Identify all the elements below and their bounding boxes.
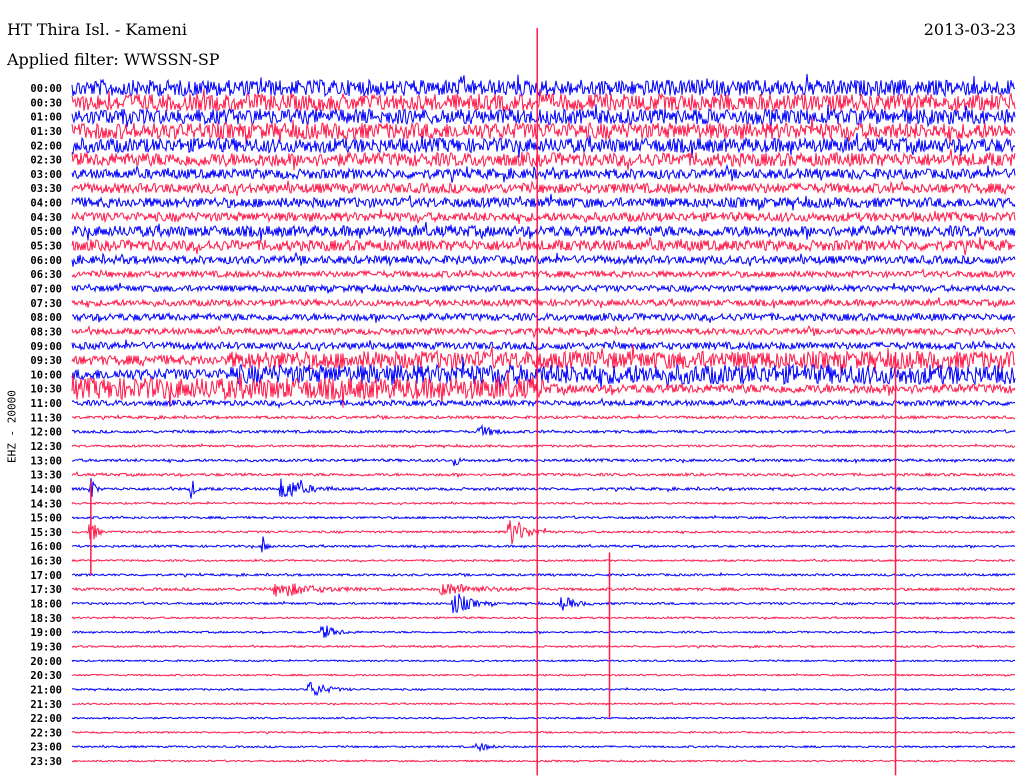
seismic-trace-row: [71, 88, 1016, 114]
row-time-label: 14:30: [30, 498, 62, 510]
seismic-trace-row: [71, 456, 1016, 467]
row-time-label: 16:00: [30, 541, 62, 553]
seismic-trace-row: [71, 471, 1016, 479]
seismic-trace-row: [71, 742, 1016, 753]
row-time-label: 00:30: [30, 97, 62, 109]
row-time-label: 04:30: [30, 212, 62, 224]
row-time-label: 02:30: [30, 155, 62, 167]
row-time-label: 22:00: [30, 713, 62, 725]
seismic-trace-row: [71, 477, 1016, 499]
row-time-label: 03:30: [30, 183, 62, 195]
row-time-label: 03:00: [30, 169, 62, 181]
row-time-label: 21:00: [30, 684, 62, 696]
seismic-trace-row: [71, 644, 1016, 649]
seismic-trace-row: [71, 149, 1016, 171]
row-time-label: 23:30: [30, 756, 62, 768]
seismic-trace-row: [71, 209, 1016, 225]
seismic-trace-row: [71, 397, 1016, 410]
row-time-label: 11:00: [30, 398, 62, 410]
row-time-label: 20:00: [30, 656, 62, 668]
row-time-label: 18:00: [30, 599, 62, 611]
seismic-trace-row: [71, 536, 1016, 553]
seismic-trace-row: [71, 681, 1016, 697]
row-time-label: 18:30: [30, 613, 62, 625]
row-time-label: 10:30: [30, 384, 62, 396]
seismic-trace-row: [71, 593, 1016, 613]
seismic-trace-row: [71, 514, 1016, 521]
seismic-trace-row: [71, 193, 1016, 211]
row-time-label: 08:30: [30, 326, 62, 338]
row-time-label: 00:00: [30, 83, 62, 95]
row-time-label: 21:30: [30, 699, 62, 711]
seismic-trace-row: [71, 267, 1016, 280]
seismic-trace-row: [71, 423, 1016, 437]
row-time-label: 09:00: [30, 341, 62, 353]
seismic-trace-row: [71, 73, 1016, 98]
row-time-label: 19:00: [30, 627, 62, 639]
seismic-trace-row: [71, 237, 1016, 256]
row-time-label: 04:00: [30, 198, 62, 210]
seismic-trace-row: [71, 251, 1016, 268]
seismic-trace-row: [71, 759, 1016, 764]
seismic-trace-row: [71, 221, 1016, 241]
seismogram-plot: 00:00 00:30 01:00 01:30 02:00 02:30 03:00 03:30…: [30, 28, 1016, 776]
row-time-label: 16:30: [30, 556, 62, 568]
seismic-trace-row: [71, 571, 1016, 578]
row-time-label: 01:30: [30, 126, 62, 138]
row-time-label: 13:30: [30, 470, 62, 482]
seismic-trace-row: [71, 673, 1016, 678]
row-time-label: 14:00: [30, 484, 62, 496]
row-time-label: 12:30: [30, 441, 62, 453]
seismic-trace-row: [71, 500, 1016, 506]
seismic-trace-row: [71, 297, 1016, 309]
row-time-label: 15:00: [30, 513, 62, 525]
row-time-label: 02:00: [30, 140, 62, 152]
seismic-trace-row: [71, 615, 1016, 621]
seismic-trace-row: [71, 701, 1016, 706]
seismic-trace-row: [71, 282, 1016, 294]
row-time-label: 20:30: [30, 670, 62, 682]
row-time-label: 17:30: [30, 584, 62, 596]
seismic-trace-row: [71, 442, 1016, 449]
seismic-trace-row: [71, 116, 1016, 144]
seismic-trace-row: [71, 311, 1016, 323]
seismic-trace-row: [71, 339, 1016, 352]
row-time-label: 12:00: [30, 427, 62, 439]
row-time-label: 11:30: [30, 412, 62, 424]
seismic-trace-row: [71, 324, 1016, 339]
seismic-trace-row: [71, 716, 1016, 721]
row-time-label: 08:00: [30, 312, 62, 324]
row-time-label: 07:30: [30, 298, 62, 310]
row-time-label: 19:30: [30, 641, 62, 653]
seismic-trace-row: [71, 582, 1016, 597]
row-time-label: 23:00: [30, 742, 62, 754]
seismic-trace-row: [71, 730, 1016, 735]
row-time-label: 10:00: [30, 369, 62, 381]
seismic-trace-row: [71, 180, 1016, 196]
row-time-label: 01:00: [30, 112, 62, 124]
seismic-trace-row: [71, 413, 1016, 422]
row-time-label: 05:30: [30, 241, 62, 253]
row-time-label: 15:30: [30, 527, 62, 539]
row-time-label: 06:30: [30, 269, 62, 281]
row-time-label: 06:00: [30, 255, 62, 267]
seismic-trace-row: [71, 625, 1016, 638]
row-time-label: 05:00: [30, 226, 62, 238]
seismic-trace-row: [71, 163, 1016, 183]
row-time-label: 13:00: [30, 455, 62, 467]
seismic-trace-row: [71, 658, 1016, 663]
helicorder: HT Thira Isl. - Kameni 2013-03-23 Applie…: [0, 0, 1024, 780]
row-time-label: 09:30: [30, 355, 62, 367]
row-time-label: 17:00: [30, 570, 62, 582]
seismic-trace-row: [71, 520, 1016, 545]
seismic-trace-row: [71, 558, 1016, 563]
row-time-label: 22:30: [30, 727, 62, 739]
row-time-label: 07:00: [30, 283, 62, 295]
